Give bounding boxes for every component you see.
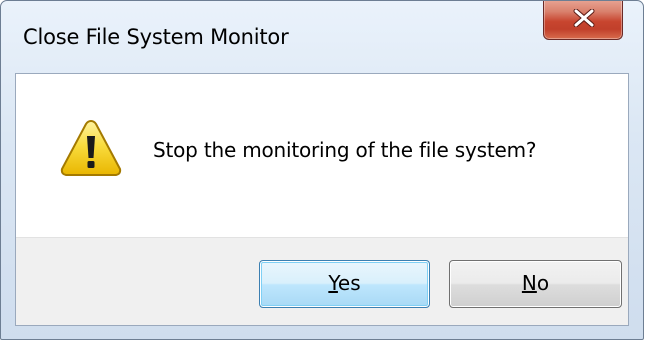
- yes-mnemonic: Y: [328, 271, 338, 295]
- close-button[interactable]: [543, 1, 623, 40]
- no-mnemonic: N: [521, 271, 537, 295]
- yes-button[interactable]: Yes: [259, 260, 430, 308]
- window-title: Close File System Monitor: [23, 25, 289, 49]
- warning-icon: [60, 120, 122, 176]
- close-x-icon: [573, 9, 595, 27]
- message-panel: Stop the monitoring of the file system?: [16, 74, 628, 238]
- dialog-client-area: Stop the monitoring of the file system? …: [15, 73, 629, 326]
- dialog-message: Stop the monitoring of the file system?: [153, 138, 537, 162]
- no-button[interactable]: No: [449, 260, 622, 308]
- yes-label-rest: es: [337, 271, 361, 295]
- title-bar[interactable]: Close File System Monitor: [1, 1, 643, 73]
- dialog-window: Close File System Monitor Stop the monit…: [0, 0, 644, 340]
- no-label-rest: o: [536, 271, 550, 295]
